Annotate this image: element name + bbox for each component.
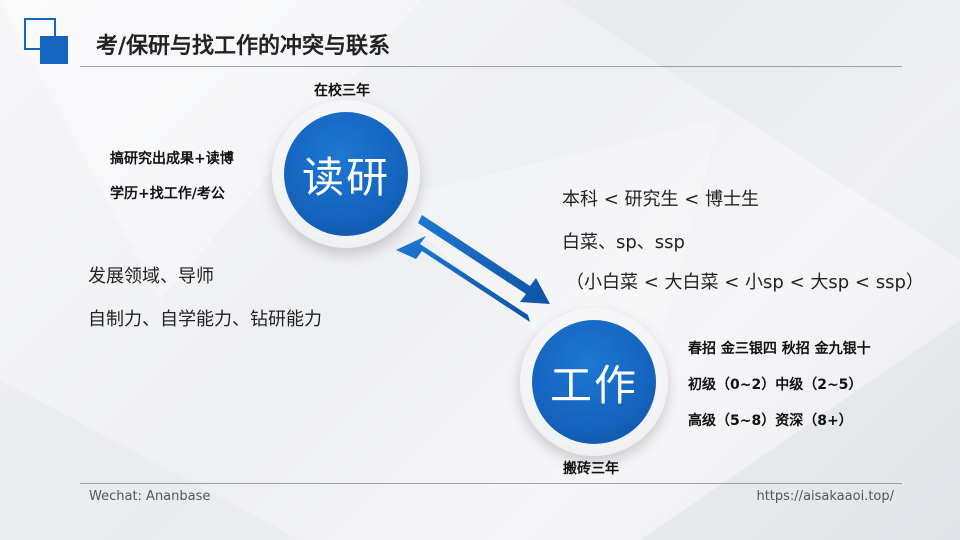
- study-circle-label: 读研: [284, 112, 408, 236]
- footer-wechat: Wechat: Ananbase: [89, 489, 211, 504]
- arrow-to-study: [396, 236, 530, 322]
- study-note-abilities: 自制力、自学能力、钻研能力: [88, 309, 322, 330]
- degree-comparison: 本科 < 研究生 < 博士生: [562, 189, 760, 210]
- footer-divider: [80, 483, 902, 484]
- offer-levels: 白菜、sp、ssp: [562, 232, 685, 253]
- work-note-senior: 高级（5~8）资深（8+）: [688, 413, 853, 429]
- offer-levels-detail: （小白菜 < 大白菜 < 小sp < 大sp < ssp）: [566, 272, 924, 293]
- work-caption: 搬砖三年: [563, 461, 619, 477]
- slide-title: 考/保研与找工作的冲突与联系: [96, 34, 391, 59]
- logo-squares: [24, 18, 74, 66]
- title-divider: [80, 66, 902, 67]
- logo-square-filled: [40, 36, 68, 64]
- study-note-degree: 学历+找工作/考公: [110, 186, 225, 202]
- study-caption: 在校三年: [314, 83, 370, 99]
- work-circle: 工作: [520, 308, 668, 456]
- study-note-research: 搞研究出成果+读博: [110, 151, 234, 167]
- arrow-to-work: [418, 215, 550, 304]
- work-note-junior-mid: 初级（0~2）中级（2~5）: [688, 377, 863, 393]
- work-note-recruiting: 春招 金三银四 秋招 金九银十: [688, 341, 871, 357]
- work-circle-label: 工作: [532, 320, 656, 444]
- study-note-field: 发展领域、导师: [88, 266, 214, 287]
- study-circle: 读研: [272, 100, 420, 248]
- footer-url: https://aisakaaoi.top/: [756, 489, 894, 504]
